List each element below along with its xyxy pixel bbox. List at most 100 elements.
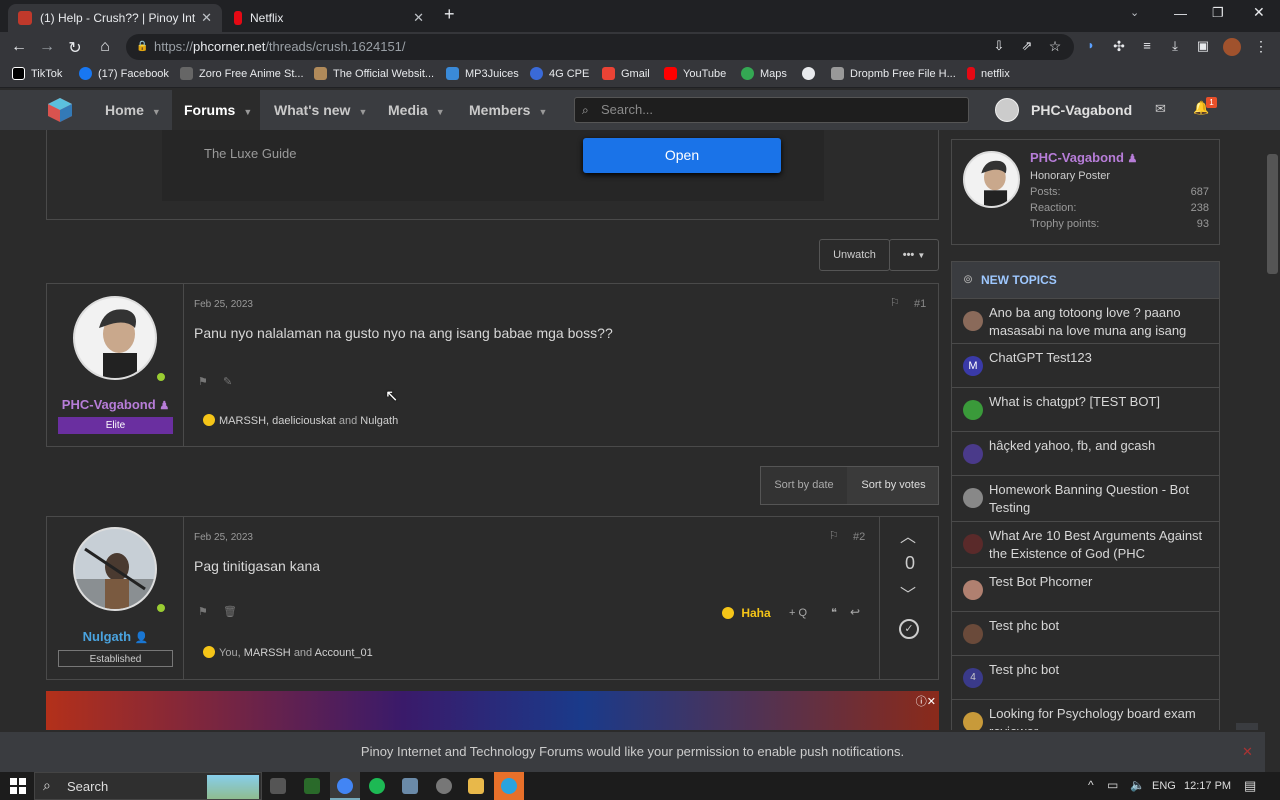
bookmark-icon[interactable]: ⚐ bbox=[890, 296, 900, 309]
chrome-taskbar-button[interactable] bbox=[330, 772, 360, 800]
close-tab-icon[interactable]: ✕ bbox=[201, 10, 212, 26]
post-number[interactable]: #1 bbox=[914, 298, 926, 310]
bookmark-facebook[interactable]: (17) Facebook bbox=[79, 67, 169, 80]
bookmark-star-icon[interactable]: ☆ bbox=[1046, 38, 1064, 55]
close-icon[interactable]: ✕ bbox=[1242, 732, 1253, 772]
reload-icon[interactable]: ↻ bbox=[66, 38, 84, 58]
bottom-ad-banner[interactable]: ⓘ✕ bbox=[46, 691, 939, 730]
topic-item[interactable]: What Are 10 Best Arguments Against the E… bbox=[952, 521, 1219, 567]
minimize-icon[interactable]: — bbox=[1174, 6, 1187, 21]
bookmark-netflix[interactable]: netflix bbox=[967, 67, 1010, 80]
file-explorer-icon[interactable] bbox=[468, 778, 484, 794]
install-app-icon[interactable]: ⇩ bbox=[990, 38, 1008, 54]
restore-icon[interactable]: ❐ bbox=[1212, 5, 1224, 21]
nav-whats-new[interactable]: What's new ▼ bbox=[274, 90, 367, 130]
post-author[interactable]: PHC-Vagabond ♟ bbox=[47, 397, 184, 412]
reply-icon[interactable]: ↩ bbox=[850, 605, 860, 619]
notification-center-icon[interactable]: ▤ bbox=[1244, 778, 1256, 794]
windows-start-icon[interactable] bbox=[10, 778, 26, 794]
remote-desktop-icon[interactable] bbox=[402, 778, 418, 794]
bookmark-dropmb[interactable]: Dropmb Free File H... bbox=[831, 67, 956, 80]
bookmark-icon[interactable]: ⚐ bbox=[829, 529, 839, 542]
bookmark-youtube[interactable]: YouTube bbox=[664, 67, 726, 80]
topic-item[interactable]: What is chatgpt? [TEST BOT] bbox=[952, 387, 1219, 431]
profile-name[interactable]: PHC-Vagabond ♟ bbox=[1030, 150, 1137, 165]
volume-icon[interactable]: 🔈 bbox=[1130, 778, 1145, 792]
upvote-icon[interactable]: ︿ bbox=[900, 523, 916, 547]
topic-item[interactable]: M ChatGPT Test123 bbox=[952, 343, 1219, 387]
page-scrollbar[interactable] bbox=[1265, 130, 1280, 772]
bookmark-mp3juices[interactable]: MP3Juices bbox=[446, 67, 519, 80]
topic-item[interactable]: Test Bot Phcorner bbox=[952, 567, 1219, 611]
sort-by-date-button[interactable]: Sort by date bbox=[761, 467, 847, 504]
quote-icon[interactable]: ❝ bbox=[831, 606, 837, 619]
ad-close-icon[interactable]: ⓘ✕ bbox=[916, 693, 936, 709]
downloads-icon[interactable]: ⤓ bbox=[1166, 38, 1184, 54]
language-indicator[interactable]: ENG bbox=[1152, 780, 1176, 792]
bookmark-tiktok[interactable]: TikTok bbox=[12, 67, 62, 80]
bookmark-gmail[interactable]: Gmail bbox=[602, 67, 650, 80]
ad-open-button[interactable]: Open bbox=[583, 138, 781, 173]
media-control-icon[interactable]: ≡ bbox=[1138, 38, 1156, 53]
scrollbar-thumb[interactable] bbox=[1267, 154, 1278, 274]
extension-icon[interactable]: ◗ bbox=[1082, 38, 1100, 52]
mark-solution-icon[interactable]: ✓ bbox=[899, 619, 919, 639]
multi-quote-button[interactable]: + Q bbox=[789, 607, 807, 619]
sort-by-votes-button[interactable]: Sort by votes bbox=[849, 467, 938, 504]
topic-item[interactable]: Looking for Psychology board exam review… bbox=[952, 699, 1219, 730]
tray-chevron-icon[interactable]: ^ bbox=[1088, 778, 1094, 792]
minecraft-icon[interactable] bbox=[304, 778, 320, 794]
avatar[interactable] bbox=[963, 151, 1020, 208]
settings-gear-icon[interactable] bbox=[436, 778, 452, 794]
post-author[interactable]: Nulgath 👤 bbox=[47, 629, 184, 644]
close-window-icon[interactable]: ✕ bbox=[1253, 4, 1265, 21]
share-icon[interactable]: ⇗ bbox=[1018, 38, 1036, 54]
reaction-list[interactable]: MARSSH, daeliciouskat and Nulgath bbox=[203, 414, 398, 427]
task-view-icon[interactable] bbox=[270, 778, 286, 794]
inbox-icon[interactable]: ✉ bbox=[1155, 101, 1166, 117]
bookmark-official-website[interactable]: The Official Websit... bbox=[314, 67, 434, 80]
avatar[interactable] bbox=[73, 296, 157, 380]
chevron-down-icon[interactable]: ▼ bbox=[358, 107, 367, 117]
phcorner-logo-icon[interactable] bbox=[46, 96, 74, 124]
network-icon[interactable]: ▭ bbox=[1107, 778, 1118, 792]
taskbar-search[interactable]: ⌕ Search bbox=[34, 772, 262, 800]
topic-item[interactable]: Test phc bot bbox=[952, 611, 1219, 655]
side-panel-icon[interactable]: ▣ bbox=[1194, 38, 1212, 54]
tab-phcorner[interactable]: (1) Help - Crush?? | Pinoy Int ✕ bbox=[8, 4, 222, 32]
spotify-icon[interactable] bbox=[369, 778, 385, 794]
topic-item[interactable]: Homework Banning Question - Bot Testing bbox=[952, 475, 1219, 521]
chevron-down-icon[interactable]: ▼ bbox=[436, 107, 445, 117]
nav-members[interactable]: Members ▼ bbox=[469, 90, 547, 130]
downvote-icon[interactable]: ﹀ bbox=[900, 581, 916, 605]
taskbar-clock[interactable]: 12:17 PM bbox=[1184, 780, 1231, 792]
topic-item[interactable]: hâçked yahoo, fb, and gcash bbox=[952, 431, 1219, 475]
report-flag-icon[interactable]: ⚑ bbox=[198, 605, 208, 618]
url-field[interactable]: 🔒 https://phcorner.net/threads/crush.162… bbox=[126, 34, 1074, 60]
topic-item[interactable]: Ano ba ang totoong love ? paano masasabi… bbox=[952, 298, 1219, 343]
bookmark-maps[interactable]: Maps bbox=[741, 67, 787, 80]
nav-username[interactable]: PHC-Vagabond bbox=[1031, 90, 1132, 130]
chevron-down-icon[interactable]: ▼ bbox=[538, 107, 547, 117]
post-date[interactable]: Feb 25, 2023 bbox=[194, 532, 253, 543]
close-tab-icon[interactable]: ✕ bbox=[413, 10, 424, 26]
post-number[interactable]: #2 bbox=[853, 531, 865, 543]
thread-tools-button[interactable]: ••• ▼ bbox=[889, 239, 939, 271]
haha-reaction-button[interactable]: Haha bbox=[722, 606, 771, 620]
topic-item[interactable]: 4 Test phc bot bbox=[952, 655, 1219, 699]
chevron-down-icon[interactable]: ▼ bbox=[152, 107, 161, 117]
back-icon[interactable]: ← bbox=[10, 38, 28, 56]
bookmark-4gcpe[interactable]: 4G CPE bbox=[530, 67, 589, 80]
tab-netflix[interactable]: Netflix ✕ bbox=[224, 4, 434, 32]
avatar[interactable] bbox=[73, 527, 157, 611]
home-icon[interactable]: ⌂ bbox=[96, 38, 114, 56]
nav-media[interactable]: Media ▼ bbox=[388, 90, 445, 130]
forward-icon[interactable]: → bbox=[38, 38, 56, 56]
bookmark-zoro[interactable]: Zoro Free Anime St... bbox=[180, 67, 304, 80]
edit-icon[interactable]: ✎ bbox=[223, 375, 232, 388]
unwatch-button[interactable]: Unwatch bbox=[819, 239, 890, 271]
new-tab-icon[interactable]: + bbox=[444, 4, 455, 25]
search-input[interactable]: ⌕ Search... bbox=[574, 97, 969, 123]
delete-icon[interactable]: 🗑 bbox=[223, 605, 237, 618]
tab-search-icon[interactable]: ⌄ bbox=[1130, 6, 1139, 19]
